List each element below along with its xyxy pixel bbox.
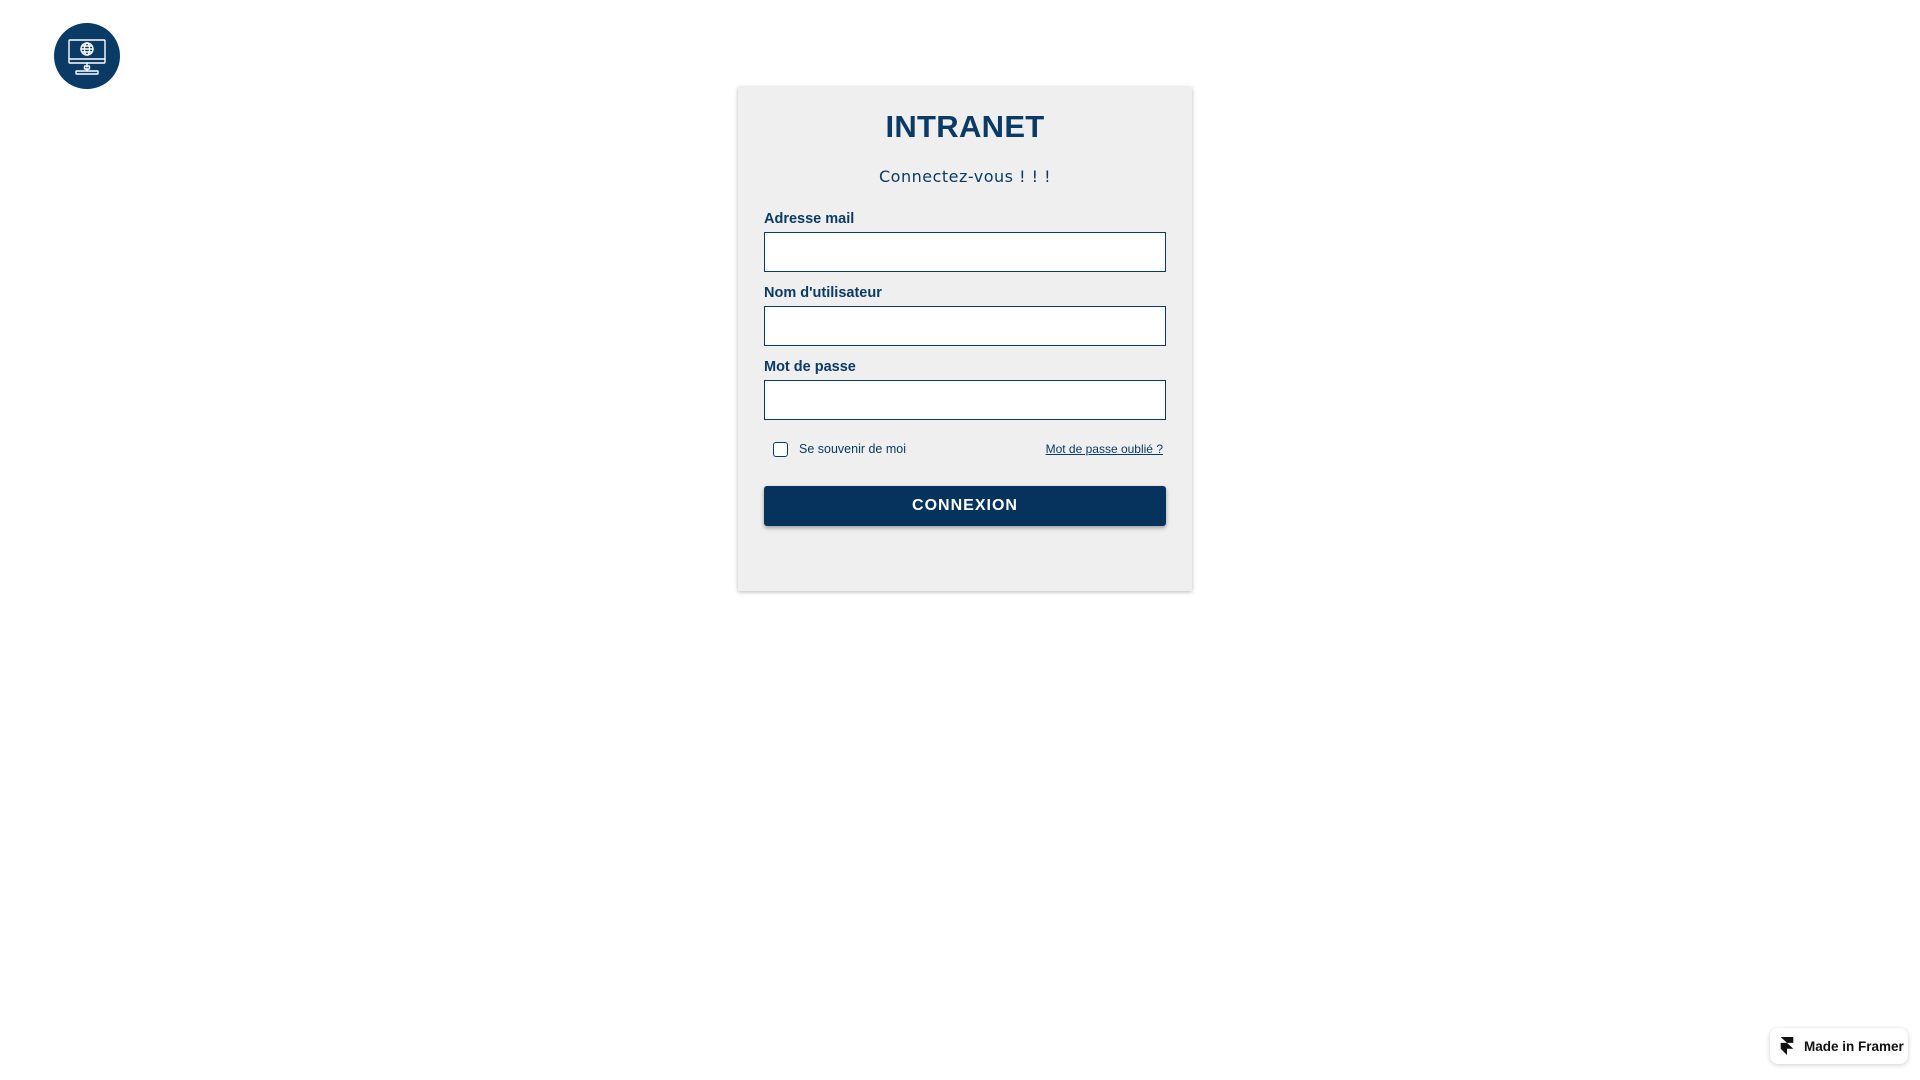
username-label: Nom d'utilisateur [764,285,882,301]
login-options-row: Se souvenir de moi Mot de passe oublié ? [764,440,1166,458]
username-input[interactable] [764,306,1166,346]
remember-me-label[interactable]: Se souvenir de moi [799,442,906,456]
email-field-group: Adresse mail [764,210,1166,272]
email-label: Adresse mail [764,211,855,227]
email-input[interactable] [764,232,1166,272]
username-field-group: Nom d'utilisateur [764,284,1166,346]
made-in-framer-badge[interactable]: Made in Framer [1770,1028,1908,1064]
login-title: INTRANET [885,109,1045,144]
remember-me[interactable]: Se souvenir de moi [773,441,906,457]
remember-me-checkbox[interactable] [773,441,788,457]
login-card: INTRANET Connectez-vous ! ! ! Adresse ma… [738,87,1192,591]
framer-icon [1780,1037,1794,1055]
computer-globe-icon [68,39,106,75]
password-field-group: Mot de passe [764,358,1166,420]
site-logo[interactable] [54,23,120,89]
login-subtitle: Connectez-vous ! ! ! [879,167,1051,186]
forgot-password-link[interactable]: Mot de passe oublié ? [1046,442,1163,456]
password-input[interactable] [764,380,1166,420]
made-in-framer-label[interactable]: Made in Framer [1804,1039,1904,1054]
login-button[interactable]: CONNEXION [764,486,1166,526]
login-page: INTRANET Connectez-vous ! ! ! Adresse ma… [0,0,1920,1080]
password-label: Mot de passe [764,359,856,375]
